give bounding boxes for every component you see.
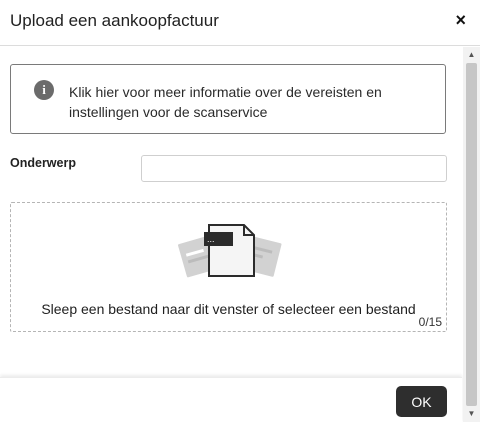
file-dropzone[interactable]: ... Sleep een bestand naar dit venster o… — [10, 202, 447, 332]
info-icon: i — [34, 80, 54, 100]
info-box[interactable]: i Klik hier voor meer informatie over de… — [10, 64, 446, 134]
dialog-footer: OK — [0, 377, 462, 423]
scroll-thumb[interactable] — [466, 63, 477, 406]
close-icon[interactable]: × — [455, 10, 466, 30]
subject-label: Onderwerp — [10, 156, 76, 170]
subject-input[interactable] — [141, 155, 447, 182]
dialog-content: i Klik hier voor meer informatie over de… — [0, 47, 462, 377]
ok-button[interactable]: OK — [396, 386, 447, 417]
file-counter: 0/15 — [418, 315, 442, 329]
info-text: Klik hier voor meer informatie over de v… — [69, 84, 382, 120]
dropzone-text: Sleep een bestand naar dit venster of se… — [41, 301, 416, 317]
dialog-header: Upload een aankoopfactuur × — [0, 0, 480, 46]
doc-label: ... — [207, 234, 215, 244]
documents-icon: ... — [176, 224, 283, 279]
dialog-title: Upload een aankoopfactuur — [10, 11, 219, 30]
scroll-up-icon[interactable]: ▲ — [463, 49, 480, 61]
vertical-scrollbar[interactable]: ▲ ▼ — [463, 47, 480, 422]
scroll-down-icon[interactable]: ▼ — [463, 408, 480, 420]
